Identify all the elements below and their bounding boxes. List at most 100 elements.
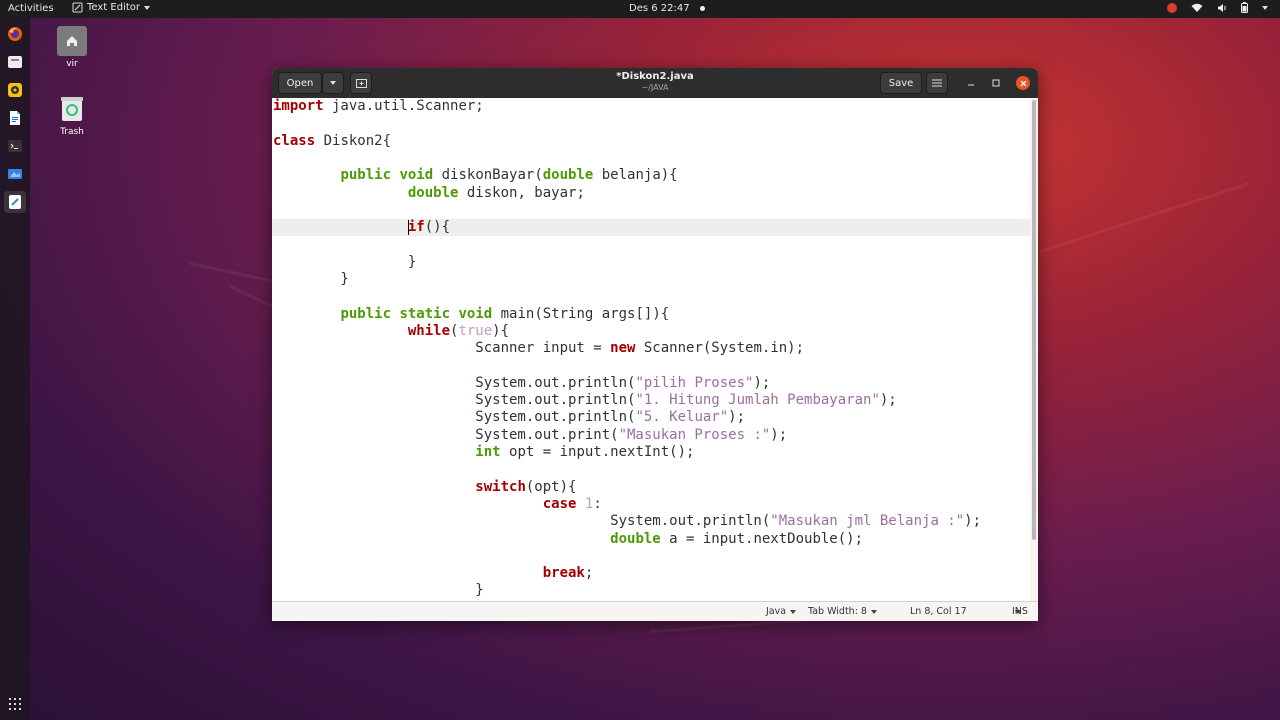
- code-line: System.out.println("5. Keluar");: [273, 409, 745, 426]
- text-editor-window: Open *Diskon2.java ~/JAVA Save import ja…: [272, 68, 1038, 621]
- cursor-position-selector[interactable]: Ln 8, Col 17: [910, 606, 1021, 617]
- tab-width-selector[interactable]: Tab Width: 8: [808, 606, 877, 617]
- code-token: }: [273, 253, 417, 270]
- code-token: public: [340, 305, 392, 322]
- code-line: if(){: [273, 219, 450, 236]
- firefox-icon: [8, 27, 22, 41]
- code-token: class: [273, 132, 316, 149]
- dock-files[interactable]: [4, 51, 26, 73]
- window-subtitle: ~/JAVA: [641, 83, 669, 92]
- code-line: System.out.println("1. Hitung Jumlah Pem…: [273, 392, 897, 409]
- desktop-icon-label: Trash: [60, 127, 84, 137]
- clock-label: Des 6 22:47: [629, 3, 690, 14]
- code-line: while(true){: [273, 323, 509, 340]
- code-token: );: [770, 426, 788, 443]
- chevron-down-icon: [1262, 5, 1268, 10]
- desktop-icon-home[interactable]: vir: [42, 26, 102, 69]
- code-token: "pilih Proses": [635, 374, 754, 391]
- chevron-down-icon: [144, 5, 150, 10]
- menu-button[interactable]: [926, 72, 948, 94]
- clock[interactable]: Des 6 22:47: [629, 3, 705, 14]
- show-applications-icon[interactable]: [9, 698, 21, 710]
- code-token: System.out.println(: [273, 513, 771, 530]
- code-line: System.out.println("pilih Proses");: [273, 375, 770, 392]
- maximize-icon: [992, 79, 1000, 87]
- dock-writer[interactable]: [4, 107, 26, 129]
- chevron-down-icon: [330, 81, 336, 85]
- code-token: int: [475, 444, 501, 460]
- desktop-icon-trash[interactable]: Trash: [42, 94, 102, 137]
- dock-text-editor[interactable]: [4, 191, 26, 213]
- insert-mode-indicator[interactable]: INS: [1012, 606, 1028, 617]
- home-folder-icon: [57, 26, 87, 56]
- vertical-scrollbar[interactable]: [1030, 98, 1038, 601]
- code-token: main(String args[]){: [492, 305, 670, 322]
- window-title-area: *Diskon2.java ~/JAVA: [272, 71, 1038, 92]
- system-tray[interactable]: [1167, 2, 1268, 13]
- maximize-button[interactable]: [989, 76, 1003, 90]
- dock: [0, 18, 30, 720]
- code-token: diskonBayar(: [433, 167, 543, 184]
- tab-width-label: Tab Width: 8: [808, 606, 867, 617]
- text-editor-icon: [9, 195, 21, 209]
- activities-button[interactable]: Activities: [8, 3, 54, 14]
- open-button[interactable]: Open: [278, 72, 322, 94]
- trash-icon: [57, 94, 87, 124]
- window-title: *Diskon2.java: [616, 71, 694, 82]
- dock-rhythmbox[interactable]: [4, 79, 26, 101]
- new-tab-button[interactable]: [350, 72, 372, 94]
- dock-screenshot[interactable]: [4, 163, 26, 185]
- app-menu[interactable]: Text Editor: [72, 2, 150, 13]
- close-button[interactable]: [1016, 76, 1030, 90]
- code-token: );: [879, 392, 897, 409]
- volume-icon: [1218, 3, 1226, 12]
- code-token: void: [399, 167, 434, 184]
- code-token: diskon, bayar;: [458, 184, 585, 201]
- language-label: Java: [766, 606, 787, 617]
- code-line: int opt = input.nextInt();: [273, 444, 694, 461]
- recording-icon[interactable]: [1167, 2, 1177, 13]
- code-token: System.out.println(: [273, 409, 636, 426]
- code-token: belanja){: [593, 167, 678, 184]
- code-line: switch(opt){: [273, 479, 576, 496]
- code-line: public static void main(String args[]){: [273, 306, 669, 323]
- code-token: }: [273, 271, 349, 287]
- code-token: (opt){: [525, 478, 577, 495]
- code-token: true: [458, 322, 493, 339]
- chevron-down-icon: [870, 609, 877, 614]
- code-token: Scanner input =: [273, 340, 611, 357]
- code-token: java.util.Scanner;: [323, 98, 484, 114]
- desktop-icon-label: vir: [66, 59, 78, 69]
- minimize-button[interactable]: [964, 76, 978, 90]
- code-token: (){: [424, 219, 451, 236]
- open-button-label: Open: [286, 77, 314, 89]
- scrollbar-thumb[interactable]: [1032, 100, 1036, 540]
- code-editor[interactable]: import java.util.Scanner; class Diskon2{ …: [272, 98, 1030, 601]
- code-token: new: [610, 340, 636, 357]
- code-token: );: [728, 409, 746, 426]
- code-token: case: [542, 495, 577, 512]
- code-token: break: [542, 565, 585, 582]
- dock-terminal[interactable]: [4, 135, 26, 157]
- hamburger-menu-icon: [932, 79, 942, 87]
- code-line: }: [273, 582, 483, 599]
- save-button[interactable]: Save: [880, 72, 922, 94]
- dock-firefox[interactable]: [4, 23, 26, 45]
- insert-mode-label: INS: [1012, 606, 1028, 617]
- code-token: Diskon2{: [315, 132, 392, 149]
- close-icon: [1020, 80, 1026, 86]
- code-line: System.out.println("Masukan jml Belanja …: [273, 513, 981, 530]
- code-token: System.out.println(: [273, 374, 636, 391]
- code-token: "Masukan Proses :": [618, 426, 771, 443]
- open-recent-dropdown[interactable]: [322, 72, 344, 94]
- code-token: "5. Keluar": [635, 409, 729, 426]
- code-token: "1. Hitung Jumlah Pembayaran": [635, 392, 880, 409]
- language-selector[interactable]: Java: [766, 606, 797, 617]
- code-line: case 1:: [273, 496, 602, 513]
- code-line: double a = input.nextDouble();: [273, 531, 863, 548]
- text-editor-small-icon: [72, 2, 83, 13]
